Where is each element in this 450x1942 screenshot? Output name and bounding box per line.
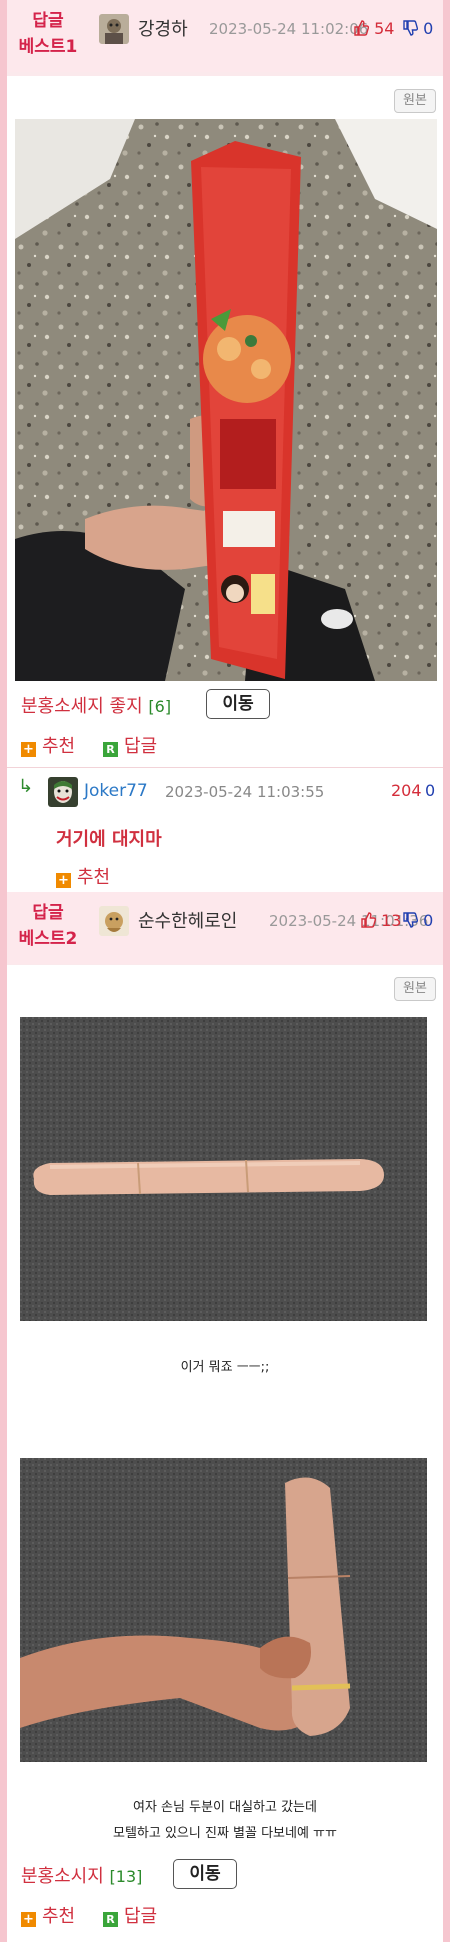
post-image-sausage-package[interactable] bbox=[15, 119, 437, 681]
reply-r-icon: R bbox=[103, 1912, 118, 1927]
reply-button[interactable]: R 답글 bbox=[103, 1902, 157, 1928]
comment-count: [13] bbox=[109, 1867, 143, 1886]
like-count[interactable]: 13 bbox=[360, 911, 401, 932]
like-value: 13 bbox=[381, 911, 402, 930]
best1-label: 답글 베스트1 bbox=[17, 8, 79, 60]
plus-icon: + bbox=[21, 742, 36, 757]
username[interactable]: Joker77 bbox=[84, 781, 148, 801]
comment-title-text: 분홍소시지 bbox=[21, 1866, 104, 1887]
dislike-value: 0 bbox=[423, 911, 434, 930]
thumbs-up-icon bbox=[353, 20, 370, 40]
thumbs-down-icon bbox=[402, 912, 419, 932]
post-caption: 이거 뭐죠 ㅡㅡ;; bbox=[180, 1360, 270, 1375]
caption-line: 여자 손님 두분이 대실하고 갔는데 bbox=[133, 1800, 317, 1815]
recommend-button[interactable]: + 추천 bbox=[56, 863, 110, 889]
recommend-label: 추천 bbox=[77, 867, 111, 888]
reply-button[interactable]: R 답글 bbox=[103, 732, 157, 758]
plus-icon: + bbox=[21, 1912, 36, 1927]
comment-title-link[interactable]: 분홍소세지 좋지 [6] bbox=[21, 692, 171, 718]
reply-label: 답글 bbox=[124, 1906, 158, 1927]
username[interactable]: 강경하 bbox=[138, 15, 188, 41]
caption-line: 모텔하고 있으니 진짜 별꼴 다보네예 ㅠㅠ bbox=[113, 1826, 337, 1841]
dislike-count[interactable]: 0 bbox=[402, 19, 433, 40]
username[interactable]: 순수한헤로인 bbox=[138, 907, 237, 933]
best-label-line1: 답글 bbox=[32, 903, 64, 923]
avatar[interactable] bbox=[99, 906, 129, 936]
thumbs-up-icon bbox=[360, 912, 377, 932]
like-count[interactable]: 204 bbox=[391, 781, 422, 800]
best-label-line1: 답글 bbox=[32, 11, 64, 31]
recommend-label: 추천 bbox=[42, 1906, 76, 1927]
post-image-sausage-on-carpet[interactable] bbox=[20, 1017, 427, 1321]
original-button[interactable]: 원본 bbox=[394, 977, 436, 1001]
reply-text: 거기에 대지마 bbox=[56, 829, 162, 850]
recommend-label: 추천 bbox=[42, 736, 76, 757]
comment-title-text: 분홍소세지 좋지 bbox=[21, 696, 143, 717]
dislike-count[interactable]: 0 bbox=[425, 781, 435, 800]
best-label-line2: 베스트2 bbox=[18, 929, 78, 949]
best2-label: 답글 베스트2 bbox=[17, 900, 79, 952]
dislike-count[interactable]: 0 bbox=[402, 911, 433, 932]
reply-r-icon: R bbox=[103, 742, 118, 757]
best-label-line2: 베스트1 bbox=[18, 37, 78, 57]
avatar[interactable] bbox=[99, 14, 129, 44]
best1-header: 답글 베스트1 강경하 2023-05-24 11:02:06 54 0 bbox=[7, 0, 443, 72]
dislike-value: 0 bbox=[423, 19, 434, 38]
comment-title-link[interactable]: 분홍소시지 [13] bbox=[21, 1862, 142, 1888]
post-caption-2: 여자 손님 두분이 대실하고 갔는데 모텔하고 있으니 진짜 별꼴 다보네예 ㅠ… bbox=[7, 1795, 443, 1847]
avatar[interactable] bbox=[48, 777, 78, 807]
recommend-button[interactable]: + 추천 bbox=[21, 1902, 75, 1928]
plus-icon: + bbox=[56, 873, 71, 888]
best2-header: 답글 베스트2 순수한헤로인 2023-05-24 11:01:36 13 0 bbox=[7, 892, 443, 964]
like-value: 54 bbox=[374, 19, 395, 38]
move-button[interactable]: 이동 bbox=[206, 689, 270, 719]
comment-count: [6] bbox=[148, 697, 172, 716]
thumbs-down-icon bbox=[402, 20, 419, 40]
post-image-sausage-in-hand[interactable] bbox=[20, 1458, 427, 1762]
post-date: 2023-05-24 11:03:55 bbox=[165, 783, 325, 801]
move-button[interactable]: 이동 bbox=[173, 1859, 237, 1889]
divider bbox=[7, 767, 443, 768]
like-count[interactable]: 54 bbox=[353, 19, 394, 40]
original-button[interactable]: 원본 bbox=[394, 89, 436, 113]
reply-label: 답글 bbox=[124, 736, 158, 757]
reply-arrow-icon: ↳ bbox=[18, 776, 34, 797]
post-date: 2023-05-24 11:02:06 bbox=[209, 20, 369, 38]
recommend-button[interactable]: + 추천 bbox=[21, 732, 75, 758]
